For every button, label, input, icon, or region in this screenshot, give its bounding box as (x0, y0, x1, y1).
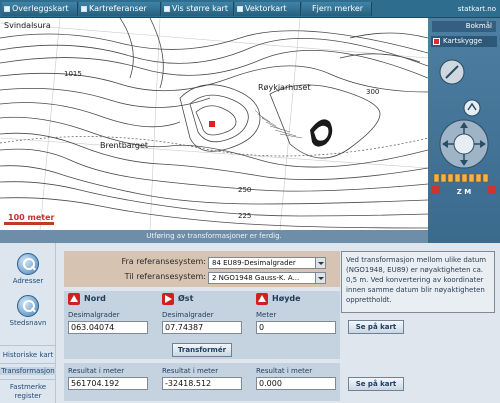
view-on-map-button[interactable]: Se på kart (348, 320, 404, 334)
left-sidebar: Adresser Stedsnavn Historiske kart Trans… (0, 243, 56, 403)
view-result-on-map-button[interactable]: Se på kart (348, 377, 404, 391)
map-view[interactable]: Svindalsura Røykjarhuset Brentbarget 101… (0, 18, 428, 230)
close-icon[interactable] (433, 38, 440, 45)
north-input[interactable]: 063.04074 (68, 321, 148, 334)
scale-label: 100 meter (8, 213, 54, 222)
tab-vector-map[interactable]: Vektorkart (235, 2, 301, 16)
map-label-place: Svindalsura (4, 21, 51, 30)
east-arrow-icon (162, 293, 174, 305)
contour-label: 300 (366, 88, 379, 96)
result-east-field: -32418.512 (162, 377, 242, 390)
placenames-label: Stedsnavn (9, 319, 47, 327)
fixed-points-link[interactable]: Fastmerke register (0, 383, 56, 401)
top-toolbar: Overleggskart Kartreferanser Vis større … (0, 0, 500, 18)
contour-label: 250 (238, 186, 251, 194)
coordinate-input-box: Nord Desimalgrader 063.04074 Øst Desimal… (64, 291, 340, 359)
tab-map-references[interactable]: Kartreferanser (79, 2, 161, 16)
to-system-value: 2 NGO1948 Gauss-K. A... (212, 274, 300, 282)
pan-up-icon[interactable] (463, 99, 481, 117)
result-label: Resultat i meter (68, 367, 125, 375)
height-field-label: Meter (256, 311, 277, 319)
language-selector[interactable]: Bokmål (432, 21, 496, 32)
height-column: Høyde Meter 0 (252, 291, 340, 359)
app-window: Overleggskart Kartreferanser Vis større … (0, 0, 500, 403)
east-input[interactable]: 07.74387 (162, 321, 242, 334)
map-label-place: Brentbarget (100, 141, 148, 150)
divider (0, 379, 56, 380)
tab-label: Fjern merker (312, 4, 364, 13)
statkart-logo[interactable]: statkart.no (432, 2, 500, 16)
from-system-label: Fra referansesystem: (121, 257, 207, 266)
topographic-map[interactable]: Svindalsura Røykjarhuset Brentbarget 101… (0, 18, 428, 230)
north-heading: Nord (68, 293, 150, 307)
search-icon (17, 253, 39, 275)
scale-bar (4, 222, 54, 225)
checkbox-icon[interactable] (81, 6, 87, 12)
from-system-select[interactable]: 84 EU89-Desimalgrader (208, 257, 326, 269)
zoom-label: Z M (456, 188, 472, 196)
to-system-label: Til referansesystem: (124, 272, 206, 281)
zoom-out-icon[interactable] (432, 186, 440, 194)
divider (0, 345, 56, 346)
hillshade-label: Kartskygge (443, 37, 483, 45)
checkbox-icon[interactable] (237, 6, 243, 12)
contour-label: 225 (238, 212, 251, 220)
result-label: Resultat i meter (162, 367, 219, 375)
tab-remove-markers[interactable]: Fjern merker (302, 2, 372, 16)
reference-system-box: Fra referansesystem: 84 EU89-Desimalgrad… (64, 251, 340, 287)
historical-maps-link[interactable]: Historiske kart (0, 351, 56, 359)
search-icon (17, 295, 39, 317)
transformation-form: Fra referansesystem: 84 EU89-Desimalgrad… (64, 251, 340, 401)
transformation-link[interactable]: Transformasjon (0, 367, 56, 375)
checkbox-icon[interactable] (164, 6, 170, 12)
chevron-down-icon[interactable] (315, 273, 325, 283)
to-system-select[interactable]: 2 NGO1948 Gauss-K. A... (208, 272, 326, 284)
accuracy-info-text: Ved transformasjon mellom ulike datum (N… (341, 251, 495, 313)
position-marker[interactable] (209, 121, 215, 127)
tab-larger-map[interactable]: Vis større kart (162, 2, 234, 16)
spot-height-label: 1015 (64, 70, 82, 78)
height-input[interactable]: 0 (256, 321, 336, 334)
north-field-label: Desimalgrader (68, 311, 120, 319)
tab-label: Kartreferanser (89, 4, 147, 13)
map-label-place: Røykjarhuset (258, 83, 310, 92)
height-heading: Høyde (256, 293, 338, 307)
checkbox-icon[interactable] (4, 6, 10, 12)
addresses-button[interactable]: Adresser (0, 253, 56, 285)
transform-button[interactable]: Transformér (172, 343, 232, 357)
zoom-in-icon[interactable] (488, 186, 496, 194)
result-north-field: 561704.192 (68, 377, 148, 390)
tab-label: Vis større kart (172, 4, 228, 13)
east-field-label: Desimalgrader (162, 311, 214, 319)
result-box: Resultat i meter 561704.192 Resultat i m… (64, 363, 340, 401)
chevron-down-icon[interactable] (315, 258, 325, 268)
from-system-value: 84 EU89-Desimalgrader (212, 259, 296, 267)
north-column: Nord Desimalgrader 063.04074 (64, 291, 152, 359)
placenames-button[interactable]: Stedsnavn (0, 295, 56, 327)
addresses-label: Adresser (12, 277, 44, 285)
status-bar: Utføring av transformasjoner er ferdig. (0, 230, 428, 243)
tab-overlay-maps[interactable]: Overleggskart (2, 2, 78, 16)
result-height-field: 0.000 (256, 377, 336, 390)
up-arrow-icon (256, 293, 268, 305)
tab-label: Vektorkart (245, 4, 287, 13)
hillshade-toggle[interactable]: Kartskygge (431, 36, 497, 47)
divider (0, 363, 56, 364)
north-arrow-icon (68, 293, 80, 305)
map-control-panel: Bokmål Kartskygge Z M (428, 18, 500, 243)
east-heading: Øst (162, 293, 244, 307)
result-label: Resultat i meter (256, 367, 313, 375)
tab-label: Overleggskart (12, 4, 69, 13)
center-icon[interactable] (453, 133, 475, 155)
